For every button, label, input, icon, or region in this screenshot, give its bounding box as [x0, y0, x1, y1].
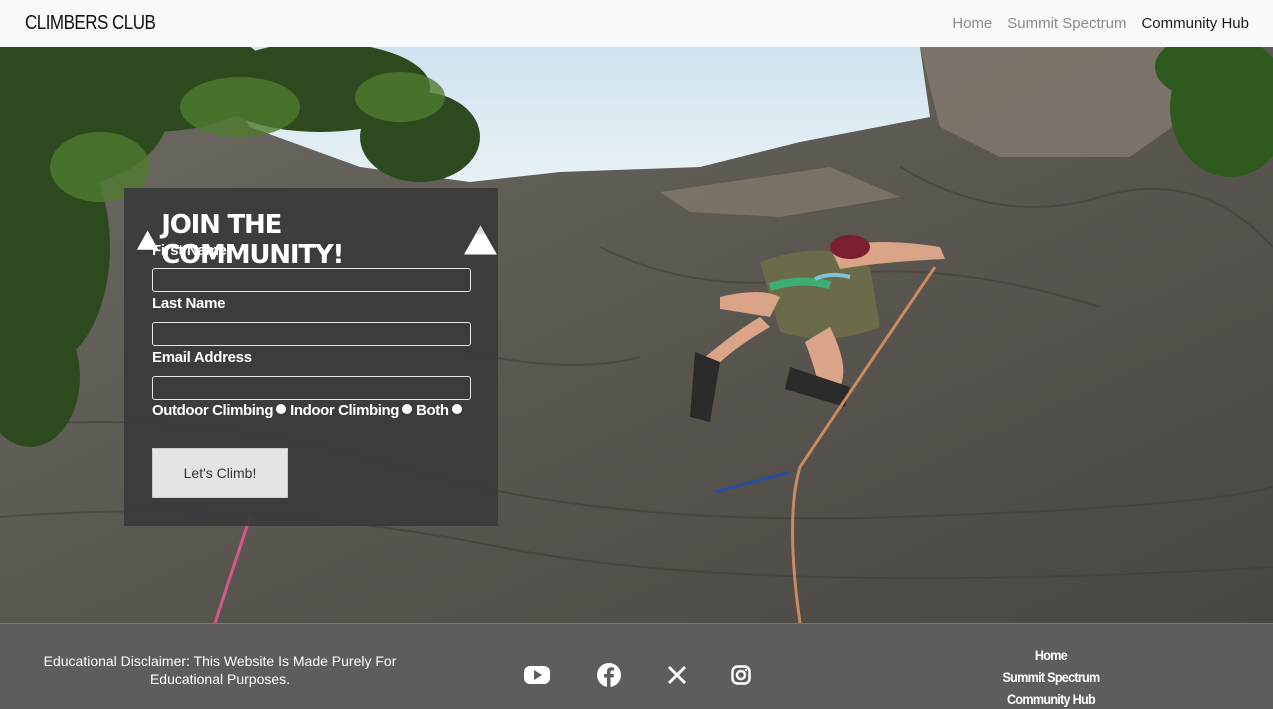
form-title-text: JOIN THE COMMUNITY! — [161, 210, 344, 270]
radio-outdoor[interactable] — [276, 403, 287, 414]
youtube-icon[interactable] — [523, 662, 551, 688]
option-both-label: Both — [416, 402, 449, 419]
nav-link-home[interactable]: Home — [952, 15, 992, 32]
radio-both[interactable] — [451, 403, 462, 414]
last-name-input[interactable] — [152, 322, 471, 346]
email-label: Email Address — [152, 349, 252, 366]
nav-links: Home Summit Spectrum Community Hub — [952, 15, 1249, 32]
footer-link-community-hub[interactable]: Community Hub — [983, 688, 1120, 709]
nav-link-community-hub[interactable]: Community Hub — [1141, 15, 1249, 32]
facebook-icon[interactable] — [595, 662, 623, 688]
footer: Educational Disclaimer: This Website Is … — [0, 623, 1273, 709]
first-name-input[interactable] — [152, 268, 471, 292]
option-outdoor-label: Outdoor Climbing — [152, 402, 274, 419]
option-indoor-label: Indoor Climbing — [290, 402, 400, 419]
submit-button[interactable]: Let's Climb! — [152, 448, 288, 498]
social-links — [523, 662, 755, 688]
x-icon[interactable] — [663, 662, 691, 688]
footer-nav: Home Summit Spectrum Community Hub — [975, 644, 1127, 709]
climbing-type-options: Outdoor Climbing Indoor Climbing Both — [152, 402, 466, 419]
instagram-icon[interactable] — [727, 662, 755, 688]
footer-link-home[interactable]: Home — [983, 644, 1120, 666]
brand-logo[interactable]: CLIMBERS CLUB — [25, 12, 156, 35]
form-title: JOIN THE COMMUNITY! — [136, 210, 498, 270]
last-name-label: Last Name — [152, 295, 226, 312]
mountain-icon — [464, 225, 498, 255]
radio-indoor[interactable] — [402, 403, 413, 414]
footer-link-summit-spectrum[interactable]: Summit Spectrum — [983, 666, 1120, 688]
educational-disclaimer: Educational Disclaimer: This Website Is … — [43, 653, 397, 687]
navbar: CLIMBERS CLUB Home Summit Spectrum Commu… — [0, 0, 1273, 47]
join-form-card: JOIN THE COMMUNITY! First Name Last Name… — [124, 188, 498, 526]
first-name-label: First Name — [152, 242, 227, 259]
nav-link-summit-spectrum[interactable]: Summit Spectrum — [1007, 15, 1126, 32]
email-input[interactable] — [152, 376, 471, 400]
